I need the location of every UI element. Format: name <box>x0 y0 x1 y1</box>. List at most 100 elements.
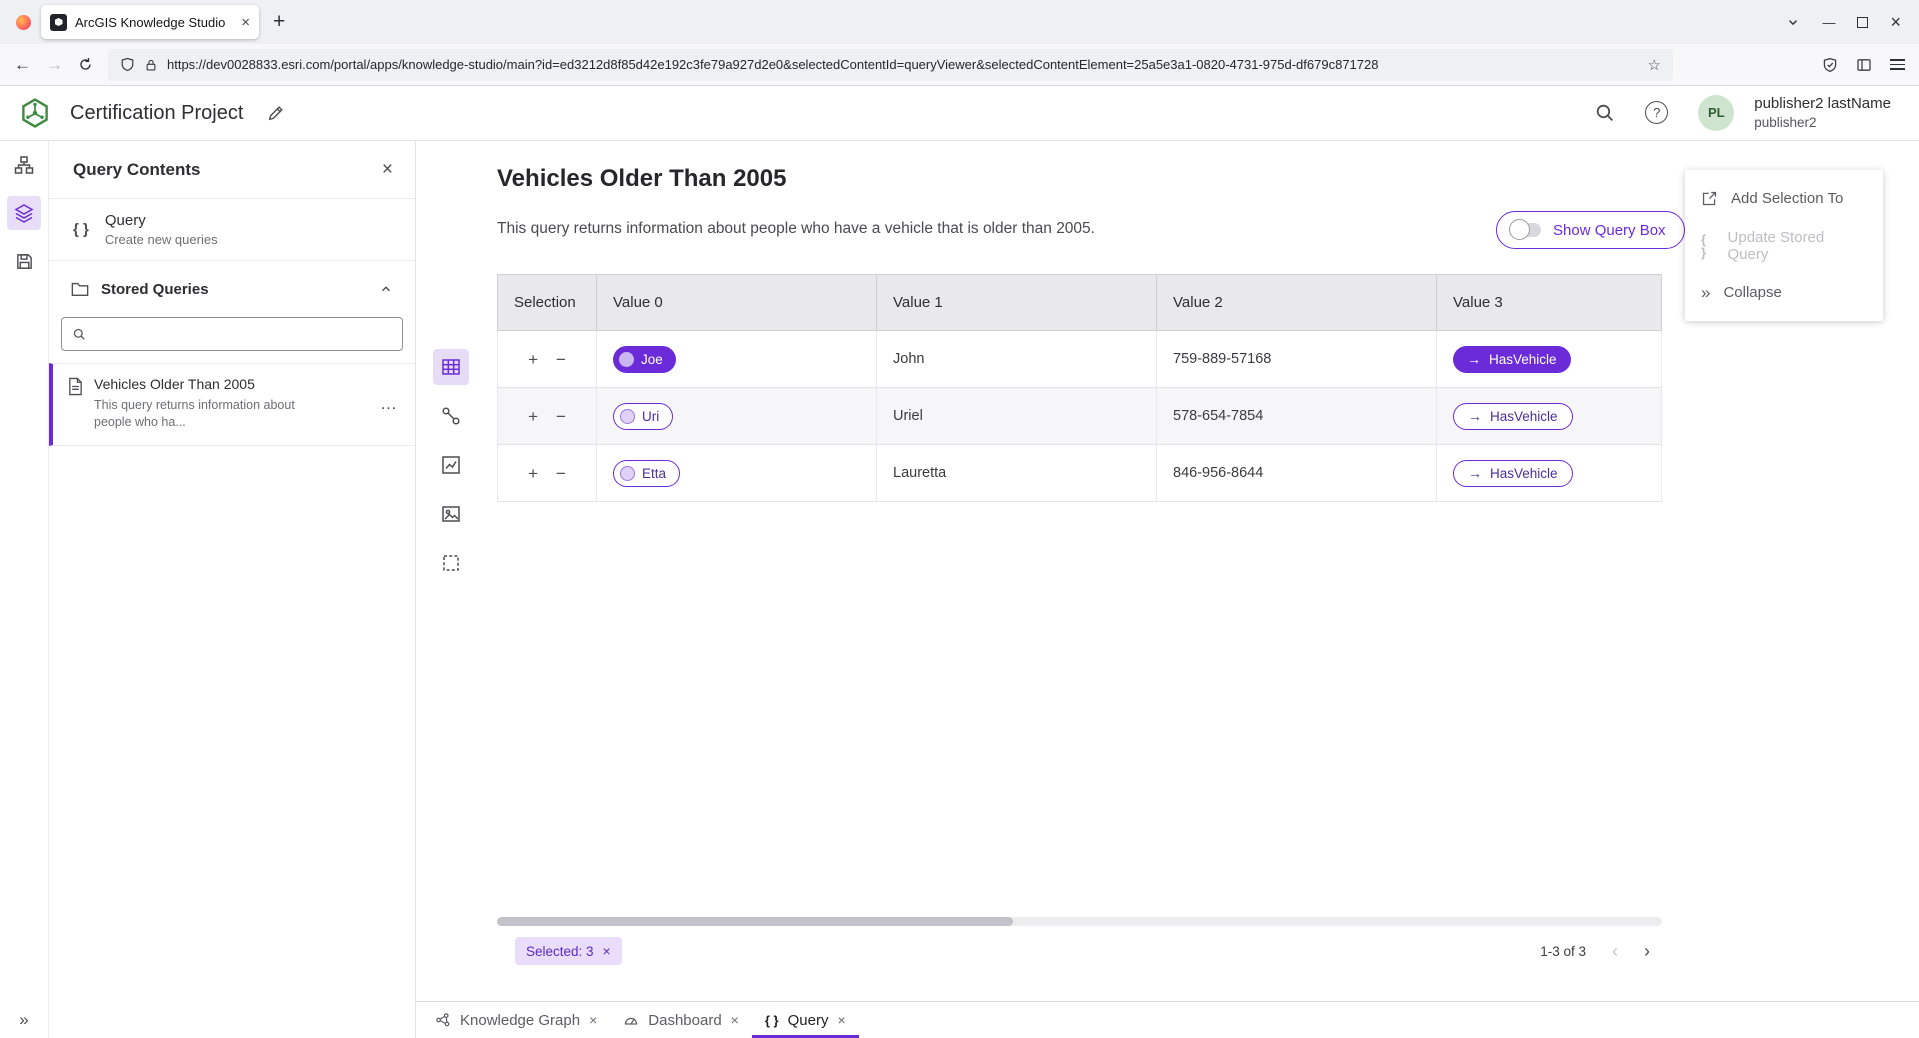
browser-tab[interactable]: ArcGIS Knowledge Studio × <box>41 5 259 39</box>
remove-from-selection-icon[interactable]: − <box>556 408 566 425</box>
show-query-box-toggle[interactable]: Show Query Box <box>1496 211 1685 249</box>
folder-icon <box>71 280 89 298</box>
previous-page-icon[interactable]: ‹ <box>1612 942 1618 960</box>
remove-from-selection-icon[interactable]: − <box>556 465 566 482</box>
tab-list-chevron-icon[interactable] <box>1786 15 1800 29</box>
next-page-icon[interactable]: › <box>1644 942 1650 960</box>
lock-icon[interactable] <box>144 58 158 72</box>
new-tab-button[interactable]: + <box>273 10 285 34</box>
entity-dot-icon <box>619 352 634 367</box>
sidebar-toggle-icon[interactable] <box>1856 57 1872 73</box>
forward-button[interactable]: → <box>46 56 63 73</box>
bookmark-star-icon[interactable]: ☆ <box>1648 56 1661 74</box>
chevron-up-icon[interactable] <box>379 282 393 296</box>
table-row[interactable]: + − Etta Lauretta 846-956-8644 →HasVehic… <box>497 445 1662 502</box>
tab-close-icon[interactable]: × <box>731 1012 739 1028</box>
user-block[interactable]: publisher2 lastName publisher2 <box>1754 94 1891 131</box>
browser-tab-title: ArcGIS Knowledge Studio <box>75 15 233 30</box>
query-view-title: Vehicles Older Than 2005 <box>497 165 786 193</box>
url-text[interactable]: https://dev0028833.esri.com/portal/apps/… <box>167 57 1639 72</box>
braces-icon: { } <box>73 221 89 238</box>
url-bar[interactable]: https://dev0028833.esri.com/portal/apps/… <box>108 49 1673 81</box>
stored-query-description: This query returns information about peo… <box>94 397 312 431</box>
selected-count-chip[interactable]: Selected: 3 × <box>515 937 622 965</box>
entity-pill[interactable]: Etta <box>613 460 680 487</box>
tab-label: Dashboard <box>648 1012 721 1029</box>
horizontal-scrollbar[interactable] <box>497 917 1662 926</box>
tab-label: Query <box>788 1012 829 1029</box>
stored-query-title: Vehicles Older Than 2005 <box>94 376 312 392</box>
entity-pill[interactable]: Uri <box>613 403 673 430</box>
rail-contents-hierarchy-icon[interactable] <box>7 148 41 182</box>
remove-from-selection-icon[interactable]: − <box>556 351 566 368</box>
tab-dashboard[interactable]: Dashboard × <box>610 1002 752 1038</box>
stored-query-item[interactable]: Vehicles Older Than 2005 This query retu… <box>49 363 415 446</box>
chart-view-icon[interactable] <box>433 447 469 483</box>
table-view-icon[interactable] <box>433 349 469 385</box>
add-to-selection-icon[interactable]: + <box>528 465 538 482</box>
menu-item-collapse[interactable]: » Collapse <box>1685 269 1883 316</box>
app-header: Certification Project ? PL publisher2 la… <box>0 86 1919 141</box>
clear-selection-icon[interactable]: × <box>603 943 611 959</box>
table-row[interactable]: + − Uri Uriel 578-654-7854 →HasVehicle <box>497 388 1662 445</box>
cell-value: 759-889-57168 <box>1157 331 1437 387</box>
arrow-right-icon: → <box>1467 352 1481 366</box>
project-title: Certification Project <box>70 102 243 125</box>
reload-button[interactable] <box>78 57 93 72</box>
tab-query[interactable]: { } Query × <box>752 1002 859 1038</box>
stored-queries-search <box>61 317 403 351</box>
search-icon <box>72 327 86 341</box>
rail-layers-icon[interactable] <box>7 196 41 230</box>
new-query-item[interactable]: { } Query Create new queries <box>49 199 415 261</box>
panel-close-icon[interactable]: × <box>382 159 393 181</box>
entity-dot-icon <box>620 466 635 481</box>
show-query-box-label: Show Query Box <box>1553 222 1666 239</box>
image-view-icon[interactable] <box>433 496 469 532</box>
browser-tabstrip: ArcGIS Knowledge Studio × + — × <box>0 0 1919 44</box>
tab-close-icon[interactable]: × <box>837 1012 845 1028</box>
scrollbar-thumb[interactable] <box>497 917 1013 926</box>
window-minimize-button[interactable]: — <box>1822 15 1835 30</box>
window-maximize-button[interactable] <box>1857 17 1868 28</box>
rail-save-icon[interactable] <box>7 244 41 278</box>
cell-value: 846-956-8644 <box>1157 445 1437 501</box>
entity-pill[interactable]: Joe <box>613 346 676 373</box>
tab-knowledge-graph[interactable]: Knowledge Graph × <box>422 1002 610 1038</box>
overflow-menu: Add Selection To { } Update Stored Query… <box>1685 170 1883 321</box>
question-glyph: ? <box>1653 105 1660 120</box>
add-to-selection-icon[interactable]: + <box>528 408 538 425</box>
menu-icon[interactable] <box>1890 59 1905 70</box>
menu-item-add-selection-to[interactable]: Add Selection To <box>1685 175 1883 222</box>
relationship-pill[interactable]: →HasVehicle <box>1453 346 1571 373</box>
relationship-pill[interactable]: →HasVehicle <box>1453 403 1573 430</box>
search-input[interactable] <box>94 327 392 342</box>
link-chart-icon[interactable] <box>433 398 469 434</box>
cell-value: Lauretta <box>877 445 1157 501</box>
protections-shield-icon[interactable] <box>1822 57 1838 73</box>
tracking-shield-icon[interactable] <box>120 57 135 72</box>
selection-marquee-icon[interactable] <box>433 545 469 581</box>
back-button[interactable]: ← <box>14 56 31 73</box>
table-header-row: Selection Value 0 Value 1 Value 2 Value … <box>497 274 1662 331</box>
more-options-icon[interactable]: … <box>380 394 399 414</box>
relationship-pill[interactable]: →HasVehicle <box>1453 460 1573 487</box>
new-query-subtitle: Create new queries <box>105 232 218 247</box>
edit-title-icon[interactable] <box>267 104 285 122</box>
tab-close-icon[interactable]: × <box>241 14 250 31</box>
expand-panel-chevrons[interactable]: » <box>0 1010 48 1030</box>
firefox-icon <box>16 15 31 30</box>
toggle-switch[interactable] <box>1511 223 1541 237</box>
stored-queries-header[interactable]: Stored Queries <box>49 261 415 317</box>
table-row[interactable]: + − Joe John 759-889-57168 →HasVehicle <box>497 331 1662 388</box>
add-to-selection-icon[interactable]: + <box>528 351 538 368</box>
arrow-right-icon: → <box>1468 409 1482 423</box>
tab-close-icon[interactable]: × <box>589 1012 597 1028</box>
dashboard-icon <box>623 1012 639 1028</box>
browser-toolbar: ← → https://dev0028833.esri.com/portal/a… <box>0 44 1919 86</box>
avatar[interactable]: PL <box>1698 95 1734 131</box>
pagination: 1-3 of 3 ‹ › <box>1540 942 1650 960</box>
user-name: publisher2 lastName <box>1754 94 1891 114</box>
search-icon[interactable] <box>1594 102 1615 123</box>
window-close-button[interactable]: × <box>1890 12 1901 33</box>
help-icon[interactable]: ? <box>1645 101 1668 124</box>
